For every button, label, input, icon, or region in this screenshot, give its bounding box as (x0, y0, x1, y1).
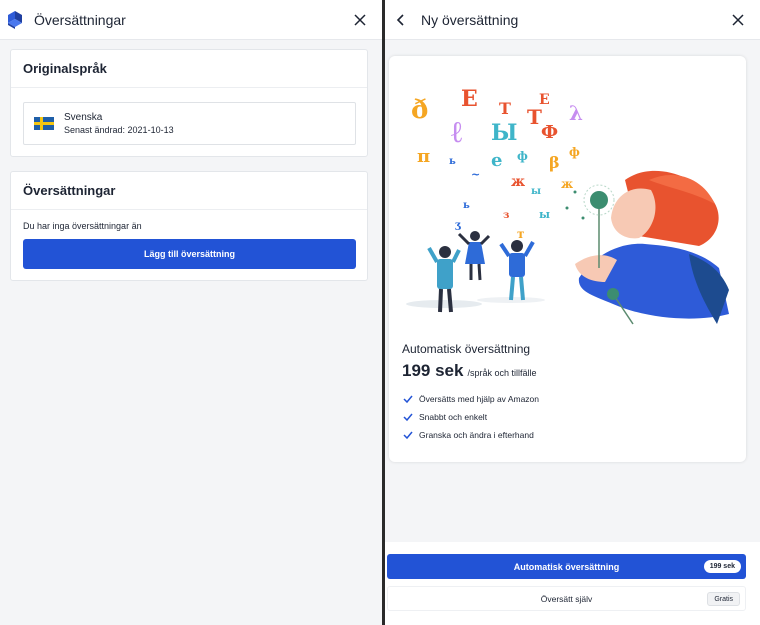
app-logo-icon (8, 10, 22, 29)
svg-text:Т: Т (499, 99, 511, 118)
check-icon (403, 413, 413, 422)
svg-text:е: е (491, 150, 502, 171)
price-unit: /språk och tillfälle (467, 368, 537, 378)
svg-text:ь: ь (449, 156, 456, 167)
svg-text:ь: ь (463, 200, 470, 211)
translations-card: Översättningar Du har inga översättninga… (10, 171, 368, 281)
check-icon (403, 395, 413, 404)
check-icon (403, 431, 413, 440)
svg-text:β: β (549, 153, 560, 172)
translations-header: Översättningar (0, 0, 382, 40)
add-translation-button[interactable]: Lägg till översättning (23, 239, 356, 269)
translate-yourself-label: Översätt själv (540, 593, 593, 604)
svg-text:ы: ы (531, 186, 541, 197)
close-icon (732, 14, 744, 26)
original-language-title: Originalspråk (11, 50, 367, 88)
chevron-left-icon (396, 13, 404, 26)
svg-text:ð: ð (411, 95, 428, 125)
free-badge: Gratis (707, 592, 740, 606)
feature-item: Snabbt och enkelt (403, 408, 539, 426)
new-translation-header: Ny översättning (385, 0, 760, 40)
price: 199 sek (402, 361, 464, 380)
feature-text: Granska och ändra i efterhand (419, 430, 534, 440)
svg-text:з: з (503, 210, 509, 221)
close-button[interactable] (728, 10, 748, 30)
language-name: Svenska (64, 112, 103, 123)
close-button[interactable] (350, 10, 370, 30)
new-translation-panel: Ny översättning ð Е Т Е Т ℓ Ы Ф λ π е ф (385, 0, 760, 625)
svg-text:ж: ж (511, 174, 525, 190)
feature-item: Översätts med hjälp av Amazon (403, 390, 539, 408)
action-footer: Automatisk översättning 199 sek Översätt… (385, 542, 760, 625)
feature-item: Granska och ändra i efterhand (403, 426, 539, 444)
automatic-translation-label: Automatisk översättning (513, 561, 620, 572)
empty-state-text: Du har inga översättningar än (23, 221, 142, 231)
page-title: Ny översättning (421, 11, 519, 28)
translations-card-title: Översättningar (11, 172, 367, 210)
page-title: Översättningar (34, 11, 126, 28)
language-last-modified: Senast ändrad: 2021-10-13 (64, 125, 174, 135)
price-row: 199 sek /språk och tillfälle (402, 361, 536, 381)
svg-text:~: ~ (471, 168, 480, 181)
sweden-flag-icon (34, 117, 54, 130)
feature-list: Översätts med hjälp av Amazon Snabbt och… (403, 390, 539, 444)
feature-text: Översätts med hjälp av Amazon (419, 394, 540, 404)
original-language-item[interactable]: Svenska Senast ändrad: 2021-10-13 (23, 102, 356, 145)
automatic-translation-offer-card: ð Е Т Е Т ℓ Ы Ф λ π е ф β ь ж ~ ф ы ж ь (389, 56, 746, 462)
svg-text:ф: ф (517, 149, 528, 163)
svg-text:Е: Е (461, 86, 478, 112)
svg-text:ф: ф (569, 145, 580, 159)
feature-text: Snabbt och enkelt (419, 412, 488, 422)
svg-text:Ы: Ы (491, 120, 517, 146)
automatic-translation-button[interactable]: Automatisk översättning 199 sek (387, 554, 746, 579)
svg-text:ж: ж (561, 177, 573, 191)
svg-text:ы: ы (539, 208, 550, 221)
svg-text:π: π (417, 146, 430, 167)
back-button[interactable] (391, 10, 411, 30)
svg-text:λ: λ (569, 101, 583, 125)
svg-text:ʒ: ʒ (455, 220, 461, 231)
price-badge: 199 sek (703, 560, 741, 573)
svg-text:Т: Т (527, 105, 542, 129)
close-icon (354, 14, 366, 26)
svg-text:ℓ: ℓ (451, 115, 462, 150)
translations-panel: Översättningar Originalspråk Svenska Sen… (0, 0, 382, 625)
svg-text:Ф: Ф (541, 122, 558, 143)
svg-text:т: т (517, 227, 524, 241)
translate-yourself-button[interactable]: Översätt själv Gratis (387, 586, 746, 611)
offer-title: Automatisk översättning (402, 342, 531, 356)
translation-illustration: ð Е Т Е Т ℓ Ы Ф λ π е ф β ь ж ~ ф ы ж ь (406, 86, 729, 325)
original-language-card: Originalspråk Svenska Senast ändrad: 202… (10, 49, 368, 157)
